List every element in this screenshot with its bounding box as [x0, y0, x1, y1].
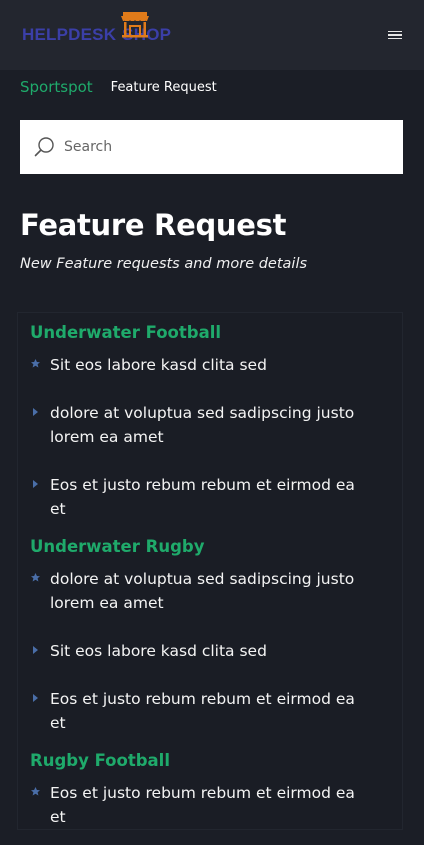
star-icon	[30, 567, 50, 589]
list-item[interactable]: Eos et justo rebum rebum et eirmod ea et	[30, 781, 402, 829]
list-item-text: dolore at voluptua sed sadipscing justo …	[50, 570, 355, 612]
logo[interactable]: HELPDESK SHOP	[22, 12, 171, 55]
triangle-right-icon	[30, 401, 50, 423]
logo-text-left: HELPDESK	[22, 25, 117, 44]
list-item[interactable]: dolore at voluptua sed sadipscing justo …	[30, 567, 402, 615]
category-title[interactable]: Rugby Football	[30, 747, 402, 775]
star-icon	[30, 781, 50, 803]
breadcrumb-current: Feature Request	[110, 79, 217, 95]
triangle-right-icon	[30, 687, 50, 709]
list-item-text: Sit eos labore kasd clita sed	[50, 642, 267, 660]
categories-panel: Underwater Football Sit eos labore kasd …	[17, 312, 403, 830]
list-item[interactable]: dolore at voluptua sed sadipscing justo …	[30, 401, 402, 449]
hamburger-icon[interactable]	[388, 30, 402, 40]
triangle-right-icon	[30, 473, 50, 495]
star-icon	[30, 353, 50, 375]
list-item[interactable]: Eos et justo rebum rebum et eirmod ea et	[30, 687, 402, 735]
shop-icon	[121, 12, 149, 38]
page-title: Feature Request	[20, 208, 287, 242]
list-item-text: Sit eos labore kasd clita sed	[50, 356, 267, 374]
page-subtitle: New Feature requests and more details	[20, 256, 308, 272]
breadcrumb: Sportspot Feature Request	[0, 70, 424, 99]
list-item[interactable]: Sit eos labore kasd clita sed	[30, 353, 402, 377]
breadcrumb-link-sportspot[interactable]: Sportspot	[20, 78, 93, 96]
list-item[interactable]: Sit eos labore kasd clita sed	[30, 639, 402, 663]
list-item[interactable]: Eos et justo rebum rebum et eirmod ea et	[30, 473, 402, 521]
search-icon	[34, 137, 54, 157]
search-box	[20, 120, 403, 174]
list-item-text: dolore at voluptua sed sadipscing justo …	[50, 404, 355, 446]
list-item-text: Eos et justo rebum rebum et eirmod ea et	[50, 690, 355, 732]
triangle-right-icon	[30, 639, 50, 661]
search-input[interactable]	[62, 138, 366, 156]
category-title[interactable]: Underwater Football	[30, 319, 402, 347]
top-navbar: HELPDESK SHOP	[0, 0, 424, 70]
list-item-text: Eos et justo rebum rebum et eirmod ea et	[50, 476, 355, 518]
list-item-text: Eos et justo rebum rebum et eirmod ea et	[50, 784, 355, 826]
category-title[interactable]: Underwater Rugby	[30, 533, 402, 561]
